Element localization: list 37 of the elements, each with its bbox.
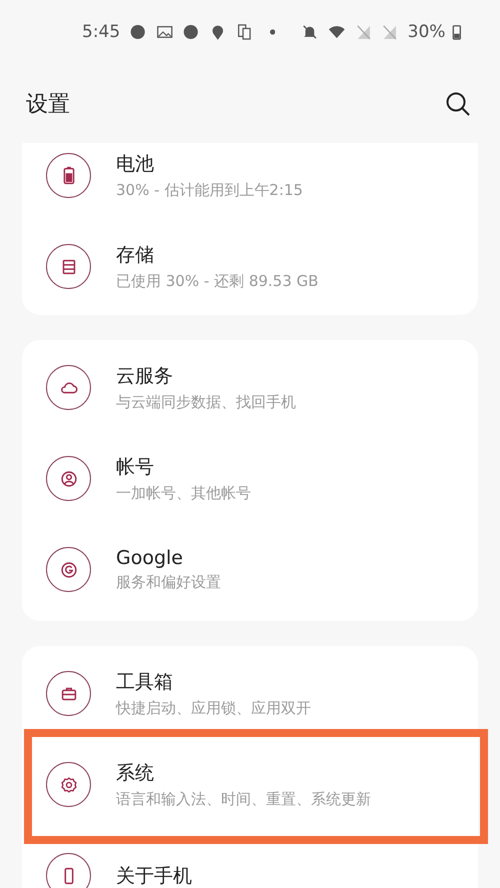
settings-item[interactable]: 关于手机 <box>22 830 478 888</box>
item-title: 帐号 <box>116 455 155 480</box>
item-subtitle: 语言和输入法、时间、重置、系统更新 <box>116 790 371 809</box>
page-title: 设置 <box>26 90 70 118</box>
storage-icon <box>46 244 91 289</box>
status-time: 5:45 <box>82 22 120 42</box>
settings-item[interactable]: Google 服务和偏好设置 <box>22 524 478 615</box>
item-title: 系统 <box>116 761 155 786</box>
item-title: 电池 <box>116 152 155 177</box>
phone-icon <box>46 853 91 888</box>
settings-item[interactable]: 帐号 一加帐号、其他帐号 <box>22 433 478 524</box>
settings-item[interactable]: 工具箱 快捷启动、应用锁、应用双开 <box>22 648 478 739</box>
g-logo-icon <box>46 547 91 592</box>
cloud-icon <box>46 365 91 410</box>
search-icon[interactable] <box>444 90 472 118</box>
settings-item[interactable]: 电池 30% - 估计能用到上午2:15 <box>22 143 478 221</box>
item-title: 工具箱 <box>116 670 174 695</box>
toolbox-icon <box>46 671 91 716</box>
battery-icon <box>46 153 91 198</box>
item-subtitle: 已使用 30% - 还剩 89.53 GB <box>116 272 318 291</box>
settings-item[interactable]: 系统 语言和输入法、时间、重置、系统更新 <box>22 739 478 830</box>
item-title: Google <box>116 547 184 569</box>
item-title: 云服务 <box>116 364 174 389</box>
account-icon <box>46 456 91 501</box>
item-subtitle: 快捷启动、应用锁、应用双开 <box>116 699 311 718</box>
item-title: 存储 <box>116 243 155 268</box>
item-subtitle: 与云端同步数据、找回手机 <box>116 393 296 412</box>
battery-percent: 30% <box>408 22 446 42</box>
item-subtitle: 服务和偏好设置 <box>116 573 221 592</box>
item-subtitle: 30% - 估计能用到上午2:15 <box>116 181 303 200</box>
dot-icon <box>270 29 276 35</box>
gear-icon <box>46 762 91 807</box>
item-title: 关于手机 <box>116 864 192 888</box>
settings-item[interactable]: 云服务 与云端同步数据、找回手机 <box>22 342 478 433</box>
devices-icon <box>236 22 254 42</box>
item-subtitle: 一加帐号、其他帐号 <box>116 484 251 503</box>
settings-item[interactable]: 存储 已使用 30% - 还剩 89.53 GB <box>22 221 478 312</box>
